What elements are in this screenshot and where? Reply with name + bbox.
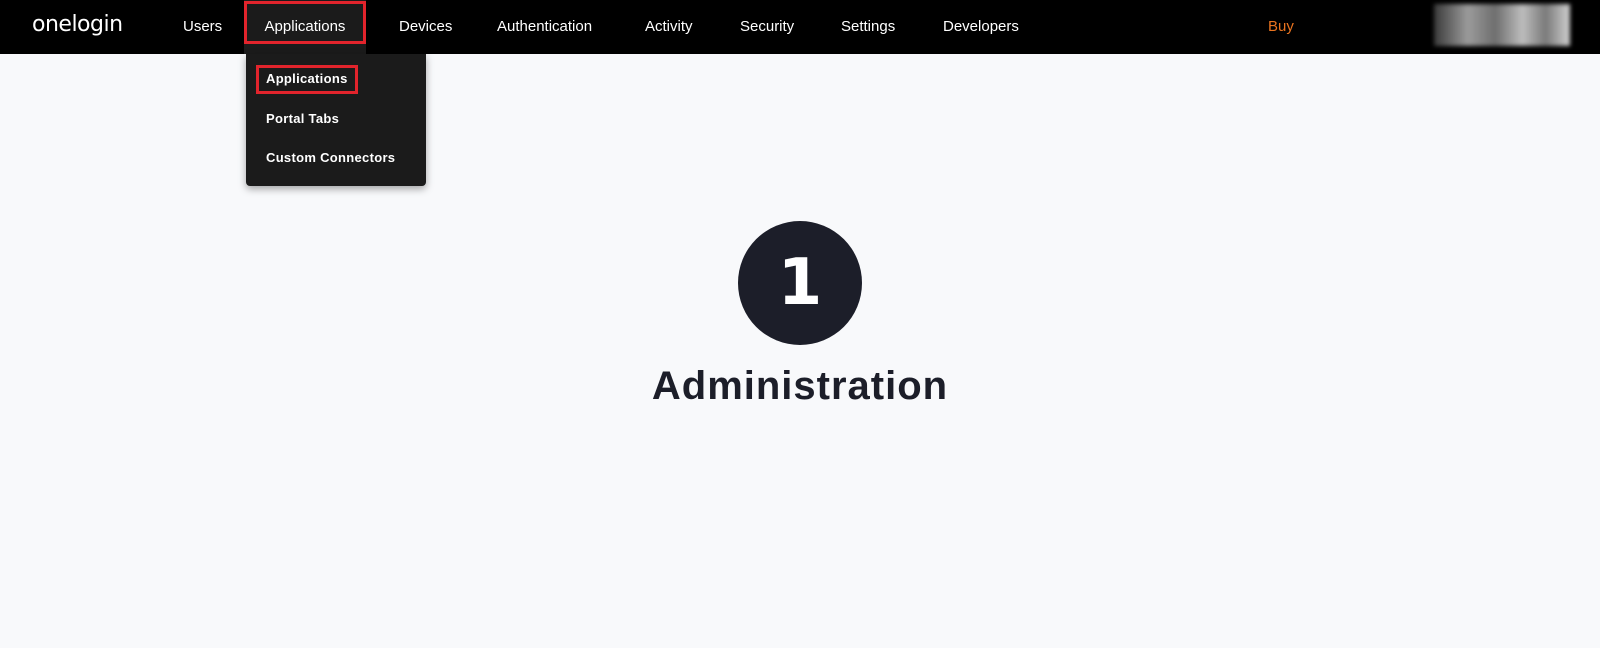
nav-item-applications[interactable]: Applications: [244, 0, 366, 54]
nav-item-users[interactable]: Users: [183, 0, 222, 54]
buy-link[interactable]: Buy: [1268, 0, 1294, 54]
onelogin-logo[interactable]: onelogin: [32, 11, 123, 39]
dropdown-item-portal-tabs[interactable]: Portal Tabs: [266, 109, 339, 129]
nav-item-devices[interactable]: Devices: [399, 0, 452, 54]
applications-dropdown-menu: Applications Portal Tabs Custom Connecto…: [246, 54, 426, 186]
nav-item-authentication[interactable]: Authentication: [497, 0, 592, 54]
step-number: 1: [777, 246, 823, 320]
user-account-avatar[interactable]: [1434, 4, 1570, 46]
dropdown-item-custom-connectors[interactable]: Custom Connectors: [266, 148, 395, 168]
top-navigation-bar: onelogin Users Applications Devices Auth…: [0, 0, 1600, 54]
step-number-badge: 1: [738, 221, 862, 345]
nav-item-security[interactable]: Security: [740, 0, 794, 54]
nav-item-activity[interactable]: Activity: [645, 0, 693, 54]
nav-item-settings[interactable]: Settings: [841, 0, 895, 54]
nav-item-developers[interactable]: Developers: [943, 0, 1019, 54]
dropdown-item-applications[interactable]: Applications: [266, 69, 348, 89]
page-heading: Administration: [651, 364, 949, 408]
